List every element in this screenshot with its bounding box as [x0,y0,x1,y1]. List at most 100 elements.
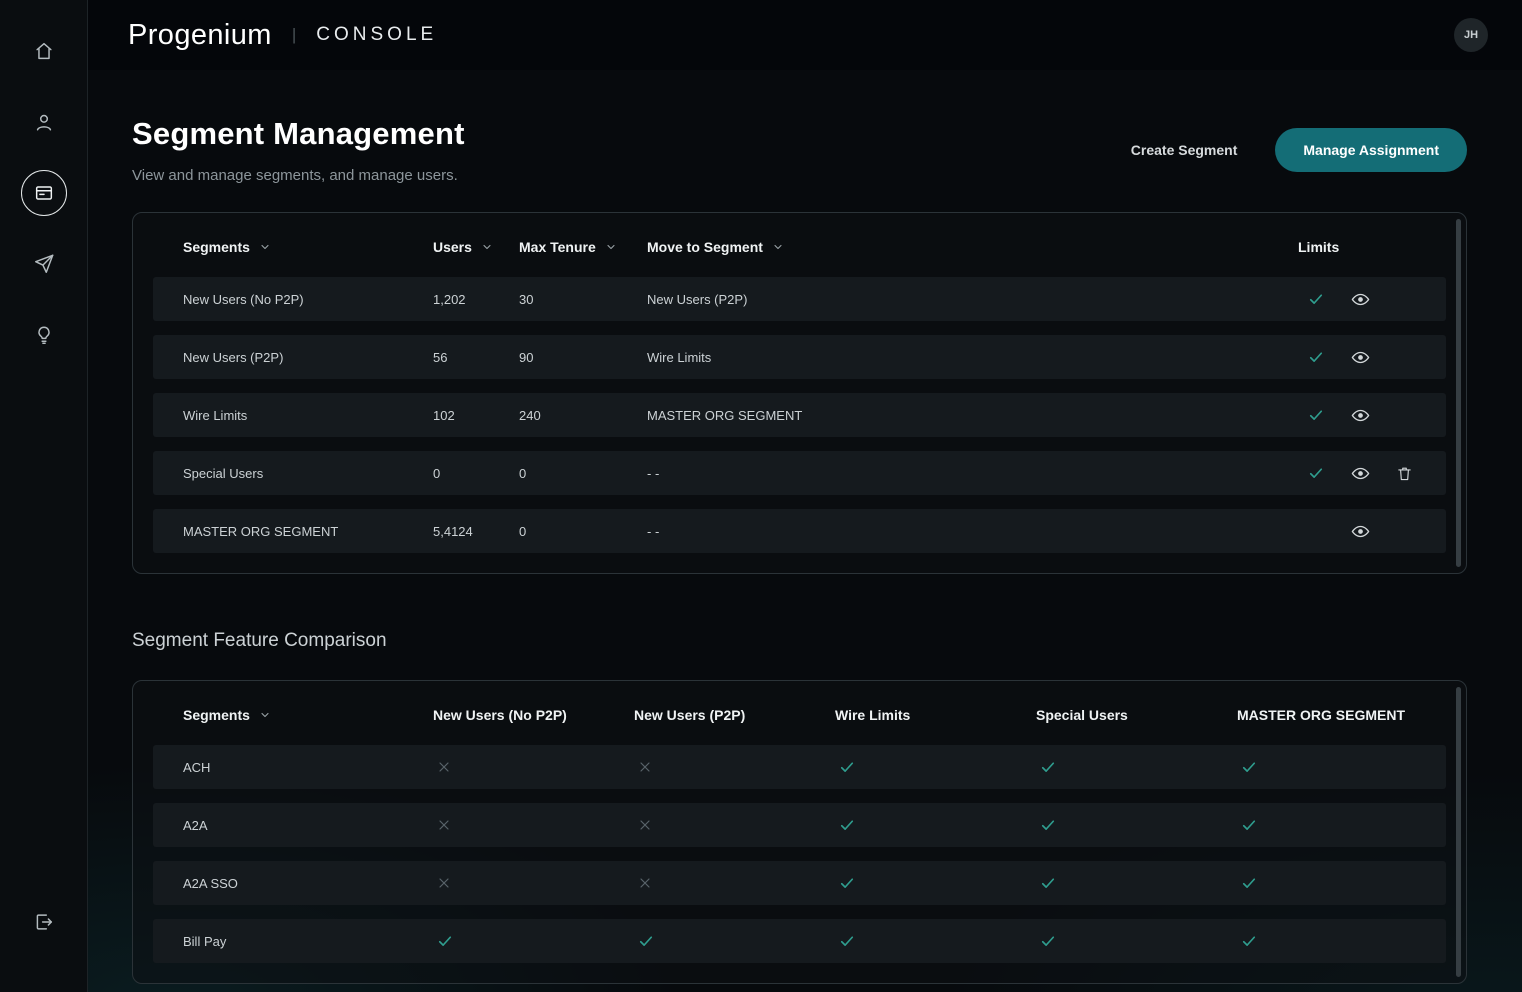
limit-status [1298,464,1334,482]
move-to-segment-value: - - [647,465,660,481]
users-count: 5,4124 [433,523,473,539]
users-count: 56 [433,349,448,365]
sidebar-item-home[interactable] [21,28,67,74]
main-area: Progenium | CONSOLE JH Segment Managemen… [88,0,1522,992]
column-header-new-users-p2p: New Users (P2P) [634,707,746,723]
chevron-down-icon [261,244,269,250]
feature-disabled [634,817,835,833]
check-icon [1041,936,1055,946]
trash-icon [1397,467,1411,480]
column-header-segments[interactable]: Segments [183,239,433,255]
column-label: Segments [183,239,250,255]
feature-name: A2A [183,817,208,833]
delete-slot [1386,463,1422,484]
eye-icon [1351,525,1369,537]
chevron-down-icon [774,244,782,250]
segment-name: New Users (No P2P) [183,291,304,307]
page-title: Segment Management [132,116,465,151]
feature-enabled [1036,874,1237,892]
feature-name: Bill Pay [183,933,227,949]
brand-divider: | [291,25,297,44]
create-segment-button[interactable]: Create Segment [1131,142,1238,158]
max-tenure-value: 30 [519,291,534,307]
column-header-wire-limits: Wire Limits [835,707,911,723]
view-limits-button[interactable] [1349,462,1372,485]
segment-name: Wire Limits [183,407,248,423]
max-tenure-value: 0 [519,523,527,539]
view-slot [1342,346,1378,369]
segments-table-header: Segments Users Max Tenure Move to Segmen… [133,213,1466,277]
sidebar [0,0,88,992]
scrollbar-thumb[interactable] [1456,687,1461,977]
column-header-move-to-segment[interactable]: Move to Segment [647,239,1298,255]
max-tenure-value: 90 [519,349,534,365]
app-window: Progenium | CONSOLE JH Segment Managemen… [0,0,1522,992]
view-limits-button[interactable] [1349,346,1372,369]
feature-enabled [1036,932,1237,950]
check-icon [1242,878,1256,888]
column-header-new-users-no-p2p: New Users (No P2P) [433,707,567,723]
view-limits-button[interactable] [1349,520,1372,543]
view-limits-button[interactable] [1349,288,1372,311]
segments-rows: New Users (No P2P) 1,202 30 New Users (P2P)… [133,277,1466,573]
avatar[interactable]: JH [1454,18,1488,52]
feature-name: A2A SSO [183,875,238,891]
max-tenure-value: 240 [519,407,541,423]
comparison-section-title: Segment Feature Comparison [132,630,387,651]
comparison-rows: ACH A2A A2A SSO Bill Pay [133,745,1466,983]
feature-disabled [433,759,634,775]
table-row: Special Users 0 0 - - [153,451,1446,495]
cross-icon [439,820,449,830]
check-icon [1041,878,1055,888]
sidebar-item-send[interactable] [21,241,67,287]
segments-table: Segments Users Max Tenure Move to Segmen… [132,212,1467,574]
column-label: Move to Segment [647,239,763,255]
limit-status [1298,406,1334,424]
column-header-users[interactable]: Users [433,239,519,255]
table-row: Bill Pay [153,919,1446,963]
column-header-segments[interactable]: Segments [183,707,433,723]
view-slot [1342,288,1378,311]
check-icon [438,936,452,946]
column-header-max-tenure[interactable]: Max Tenure [519,239,647,255]
table-row: New Users (P2P) 56 90 Wire Limits [153,335,1446,379]
column-header-limits: Limits [1298,239,1438,255]
sidebar-item-logout[interactable] [21,899,67,945]
table-row: A2A [153,803,1446,847]
row-actions [1298,520,1438,543]
feature-disabled [634,759,835,775]
table-row: ACH [153,745,1446,789]
scrollbar-track [1456,687,1461,977]
sidebar-item-segments[interactable] [20,170,67,216]
sidebar-item-insights[interactable] [21,312,67,358]
check-icon [639,936,653,946]
check-icon [1309,294,1323,304]
users-count: 0 [433,465,441,481]
manage-assignment-button[interactable]: Manage Assignment [1275,128,1467,172]
sidebar-item-users[interactable] [21,99,67,145]
feature-disabled [634,875,835,891]
check-icon [1309,352,1323,362]
feature-enabled [433,932,634,950]
scrollbar-track [1456,219,1461,567]
feature-disabled [433,817,634,833]
check-icon [840,820,854,830]
feature-enabled [1237,816,1438,834]
chevron-down-icon [483,244,491,250]
segment-name: Special Users [183,465,264,481]
user-icon [36,114,51,131]
column-header-master-org-segment: MASTER ORG SEGMENT [1237,707,1406,723]
comparison-table: Segments New Users (No P2P) New Users (P… [132,680,1467,984]
cross-icon [640,820,650,830]
view-slot [1342,520,1378,543]
lightbulb-icon [37,326,50,344]
view-limits-button[interactable] [1349,404,1372,427]
scrollbar-thumb[interactable] [1456,219,1461,567]
delete-segment-button[interactable] [1394,463,1415,484]
brand-logo: Progenium [128,18,272,51]
row-actions [1298,462,1438,485]
feature-enabled [835,816,1036,834]
send-icon [34,254,53,273]
column-label: Limits [1298,239,1340,255]
chevron-down-icon [261,712,269,718]
